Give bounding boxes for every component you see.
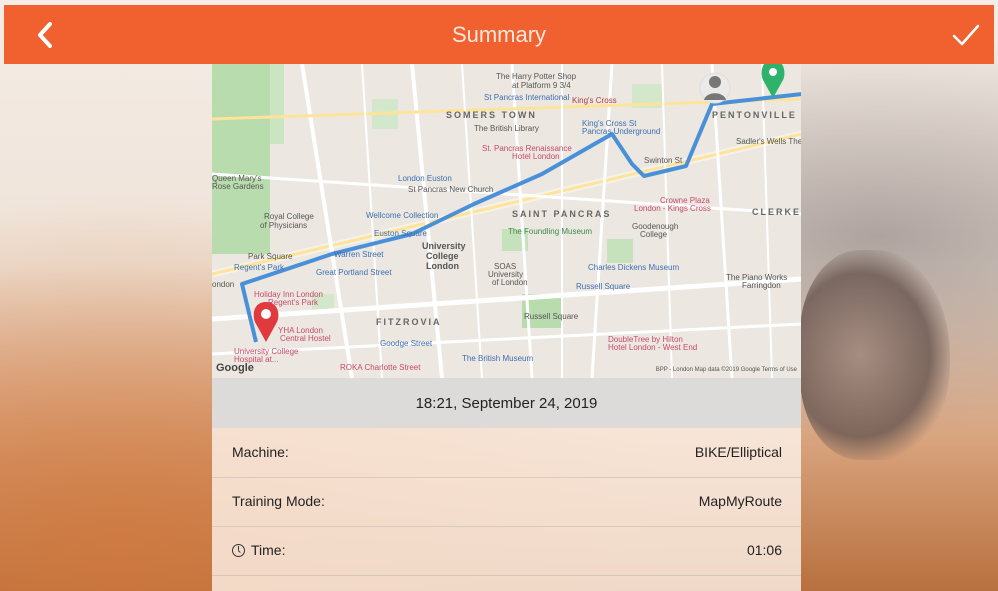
- workout-datetime: 18:21, September 24, 2019: [415, 394, 598, 412]
- map-label: Central Hostel: [280, 334, 331, 343]
- map-label: PENTONVILLE: [712, 110, 797, 120]
- clock-icon: [232, 543, 245, 557]
- map-label: Wellcome Collection: [366, 211, 439, 220]
- map-label: Sadler's Wells Theatre: [736, 137, 801, 146]
- map-label: Goodge Street: [380, 339, 433, 348]
- map-label: King's Cross: [572, 96, 617, 105]
- map-label: at Platform 9 3/4: [512, 81, 571, 90]
- map-label: Charles Dickens Museum: [588, 263, 680, 272]
- map-label: University: [422, 241, 466, 251]
- map-label: of London: [492, 278, 528, 287]
- map-label: The British Library: [474, 124, 539, 133]
- row-label: Time:: [251, 542, 286, 558]
- user-avatar-icon: [699, 72, 731, 104]
- map-label: College: [640, 230, 668, 239]
- map-label: The Foundling Museum: [508, 227, 593, 236]
- confirm-button[interactable]: [948, 17, 984, 53]
- row-value: 01:06: [746, 542, 782, 558]
- summary-list: Machine: BIKE/Elliptical Training Mode: …: [212, 428, 801, 591]
- map-label: Swinton St: [644, 156, 683, 165]
- summary-row-time: Time: 01:06: [212, 526, 801, 576]
- route-map[interactable]: SOMERS TOWN PENTONVILLE SAINT PANCRAS CL…: [212, 64, 801, 378]
- check-icon: [952, 24, 980, 46]
- map-label: ondon: [212, 280, 235, 289]
- row-label: Machine:: [232, 444, 289, 460]
- map-label: Regent's Park: [268, 298, 318, 307]
- map-label: Park Square: [248, 252, 293, 261]
- map-label: of Physicians: [260, 221, 308, 230]
- map-label: FITZROVIA: [376, 317, 442, 327]
- map-label: CLERKEN: [752, 207, 801, 217]
- row-label: Training Mode:: [232, 493, 325, 509]
- map-label: Euston Square: [374, 229, 427, 238]
- map-label: Royal College: [264, 212, 314, 221]
- map-label: London Euston: [398, 174, 452, 183]
- map-label: SAINT PANCRAS: [512, 209, 612, 219]
- map-label: The British Museum: [462, 354, 534, 363]
- map-label: SOMERS TOWN: [446, 110, 537, 120]
- end-pin-icon: [761, 64, 785, 98]
- map-label: Farringdon: [742, 281, 781, 290]
- summary-row-machine: Machine: BIKE/Elliptical: [212, 428, 801, 478]
- map-label: ROKA Charlotte Street: [340, 363, 421, 372]
- map-label: Rose Gardens: [212, 182, 264, 191]
- page-title: Summary: [451, 21, 547, 47]
- row-value: MapMyRoute: [698, 493, 782, 509]
- back-button[interactable]: [28, 17, 64, 53]
- map-label: Russell Square: [576, 282, 631, 291]
- map-attribution: BPP - London Map data ©2019 Google Terms…: [655, 367, 797, 373]
- map-label: St Pancras New Church: [408, 185, 494, 194]
- runner-shoe-image: [800, 250, 950, 460]
- app-header: Summary: [4, 5, 994, 64]
- workout-datetime-bar: 18:21, September 24, 2019: [212, 378, 801, 428]
- map-label: London - Kings Cross: [634, 204, 711, 213]
- map-label: Regent's Park: [234, 263, 284, 272]
- chevron-left-icon: [38, 22, 52, 48]
- summary-row-training-mode: Training Mode: MapMyRoute: [212, 477, 801, 527]
- map-label: Pancras Underground: [582, 127, 661, 136]
- map-label: Russell Square: [524, 312, 579, 321]
- row-value: BIKE/Elliptical: [694, 444, 782, 460]
- map-label: London: [426, 261, 459, 271]
- map-label: St Pancras International: [484, 93, 570, 102]
- start-pin-icon: [253, 302, 279, 342]
- map-label: Great Portland Street: [316, 268, 392, 277]
- time-label-group: Time:: [232, 542, 285, 558]
- map-label: The Harry Potter Shop: [496, 72, 577, 81]
- google-logo: Google: [216, 362, 254, 374]
- map-label: Hotel London - West End: [608, 343, 698, 352]
- map-label: Warren Street: [334, 250, 384, 259]
- map-label: Hotel London: [512, 152, 560, 161]
- map-label: College: [426, 251, 459, 261]
